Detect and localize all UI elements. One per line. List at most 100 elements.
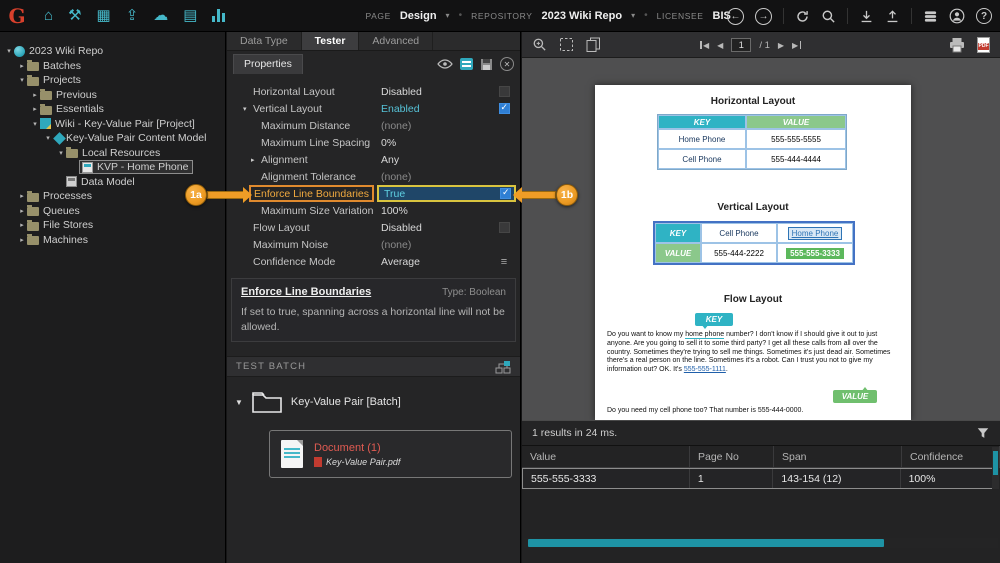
property-row-enforce-line-boundaries[interactable]: Enforce Line Boundaries True [231,185,516,202]
property-row-maximum-distance[interactable]: Maximum Distance (none) [231,117,516,134]
forward-button[interactable]: → [755,7,772,25]
property-row-maximum-noise[interactable]: Maximum Noise (none) [231,236,516,253]
expand-icon[interactable]: ▾ [43,134,53,142]
folder-icon [40,89,52,101]
vertical-layout-checkbox[interactable] [498,102,510,114]
properties-header: Properties ✕ [227,51,520,75]
expand-icon[interactable]: ▸ [17,192,27,200]
property-row-alignment-tolerance[interactable]: Alignment Tolerance (none) [231,168,516,185]
tree-item-projects[interactable]: ▾ Projects [0,73,225,88]
nav-first-button[interactable]: ◀ [700,41,709,50]
upload-button[interactable] [885,9,900,24]
nav-last-button[interactable]: ▶ [792,41,802,50]
download-button[interactable] [859,9,874,24]
stats-icon[interactable] [212,9,226,22]
repository-selector[interactable]: 2023 Wiki Repo [542,10,623,22]
select-region-icon[interactable] [559,37,574,52]
tab-advanced[interactable]: Advanced [359,32,434,50]
scrollbar-thumb[interactable] [993,451,998,475]
export-icon[interactable]: ⇪ [126,8,139,23]
chevron-down-icon[interactable]: ▾ [631,11,635,20]
search-button[interactable] [821,9,836,24]
document-page[interactable]: Horizontal Layout KEY VALUE Home Phone 5… [595,85,911,420]
clear-results-icon[interactable] [976,426,990,440]
tree-item-file-stores[interactable]: ▸ File Stores [0,218,225,233]
expand-icon[interactable]: ▼ [235,398,243,407]
property-row-flow-layout[interactable]: Flow Layout Disabled [231,219,516,236]
page-selector[interactable]: Design [400,10,437,22]
chevron-down-icon[interactable]: ▾ [446,11,450,20]
tree-item-essentials[interactable]: ▸ Essentials [0,102,225,117]
cloud-icon[interactable]: ☁ [153,8,168,23]
column-header-value[interactable]: Value [522,446,690,467]
property-row-horizontal-layout[interactable]: Horizontal Layout Disabled [231,83,516,100]
tree-item-kvp-home-phone[interactable]: KVP - Home Phone [0,160,225,175]
scrollbar-thumb[interactable] [528,539,884,547]
design-tools-icon[interactable]: ⚒ [68,8,81,23]
property-row-maximum-line-spacing[interactable]: Maximum Line Spacing 0% [231,134,516,151]
expand-icon[interactable]: ▾ [56,149,66,157]
menu-icon[interactable]: ≡ [501,256,507,268]
expand-icon[interactable]: ▾ [30,120,40,128]
column-header-page-no[interactable]: Page No [690,446,774,467]
horizontal-layout-checkbox[interactable] [498,86,510,97]
results-row[interactable]: 555-555-3333 1 143-154 (12) 100% [522,468,999,489]
tab-data-type[interactable]: Data Type [227,32,302,50]
save-icon[interactable] [480,58,493,71]
flow-layout-checkbox[interactable] [498,222,510,233]
tree-item-local-resources[interactable]: ▾ Local Resources [0,146,225,161]
column-header-span[interactable]: Span [774,446,902,467]
property-row-confidence-mode[interactable]: Confidence Mode Average ≡ [231,253,516,270]
expand-icon[interactable]: ▾ [243,105,253,113]
back-button[interactable]: ← [727,7,744,25]
close-icon[interactable]: ✕ [500,57,514,71]
properties-tab[interactable]: Properties [233,54,303,74]
property-row-alignment[interactable]: ▸ Alignment Any [231,151,516,168]
batches-grid-icon[interactable]: ▦ [97,8,111,23]
expand-icon[interactable]: ▸ [251,156,261,164]
nav-next-button[interactable]: ▶ [778,41,784,50]
expand-icon[interactable]: ▸ [17,236,27,244]
results-vertical-scrollbar[interactable] [992,447,999,489]
tab-tester[interactable]: Tester [301,32,360,50]
property-row-vertical-layout[interactable]: ▾ Vertical Layout Enabled [231,100,516,117]
tree-item-queues[interactable]: ▸ Queues [0,204,225,219]
document-item[interactable]: Document (1) Key-Value Pair.pdf [269,430,512,478]
tree-item-batches[interactable]: ▸ Batches [0,59,225,74]
expand-icon[interactable]: ▾ [17,76,27,84]
batch-folder-row[interactable]: ▼ Key-Value Pair [Batch] [227,390,520,414]
expand-icon[interactable]: ▸ [30,91,40,99]
page-number-box[interactable]: 1 [731,38,752,52]
profile-button[interactable] [949,8,965,24]
property-row-maximum-size-variation[interactable]: Maximum Size Variation 100% [231,202,516,219]
print-button[interactable] [949,37,965,53]
nav-prev-button[interactable]: ◀ [717,41,723,50]
enforce-line-boundaries-checkbox[interactable] [500,187,511,199]
thumbnails-icon[interactable] [586,37,601,52]
tree-item-previous[interactable]: ▸ Previous [0,88,225,103]
expand-icon[interactable]: ▸ [17,221,27,229]
refresh-button[interactable] [795,9,810,24]
highlighted-property-value[interactable]: True [377,185,516,202]
batch-process-icon[interactable] [495,360,511,374]
help-button[interactable]: ? [976,8,992,24]
home-icon[interactable]: ⌂ [44,8,53,23]
expand-icon[interactable]: ▸ [30,105,40,113]
column-header-confidence[interactable]: Confidence [902,446,1000,467]
horizontal-scrollbar[interactable] [524,538,998,548]
expand-icon[interactable]: ▸ [17,62,27,70]
property-filter-icon[interactable] [460,58,473,70]
highlighted-key-text: Home Phone [787,226,843,240]
archive-icon[interactable]: ▤ [183,8,197,23]
eye-icon[interactable] [437,58,453,70]
document-canvas[interactable]: Horizontal Layout KEY VALUE Home Phone 5… [522,58,1000,420]
expand-icon[interactable]: ▾ [4,47,14,55]
tree-item-wiki-project[interactable]: ▾ Wiki - Key-Value Pair [Project] [0,117,225,132]
tree-item-repo-root[interactable]: ▾ 2023 Wiki Repo [0,44,225,59]
tree-item-machines[interactable]: ▸ Machines [0,233,225,248]
stack-icon[interactable] [923,9,938,24]
pdf-export-button[interactable]: PDF [977,36,990,53]
zoom-icon[interactable] [532,37,547,52]
expand-icon[interactable]: ▸ [17,207,27,215]
tree-item-content-model[interactable]: ▾ Key-Value Pair Content Model [0,131,225,146]
